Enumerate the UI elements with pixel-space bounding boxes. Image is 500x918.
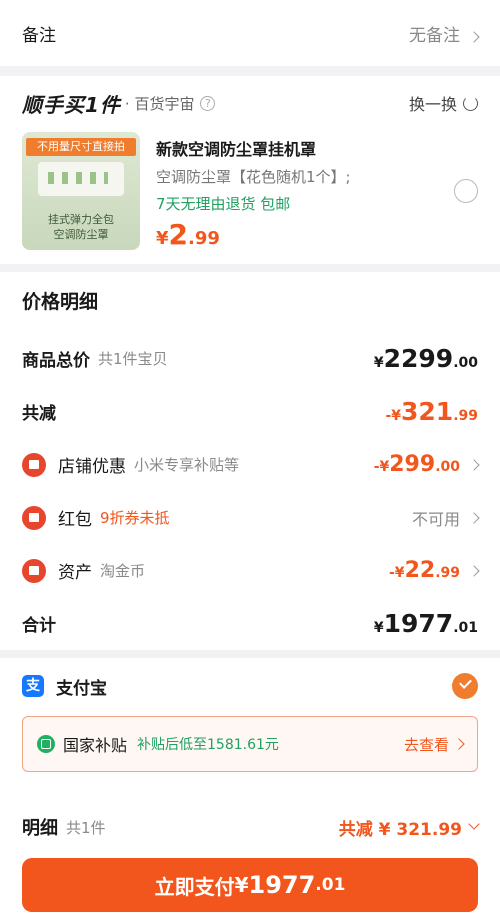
chevron-right-icon bbox=[468, 30, 480, 43]
subsidy-label: 国家补贴 bbox=[63, 736, 128, 755]
refresh-icon bbox=[463, 95, 478, 111]
asset-row[interactable]: 资产 淘金币 -¥22.99 bbox=[22, 544, 480, 597]
note-value[interactable]: 无备注 bbox=[409, 21, 480, 46]
pay-label: 立即支付 bbox=[154, 874, 235, 899]
alipay-icon: 支 bbox=[22, 675, 44, 697]
price-detail-title: 价格明细 bbox=[22, 291, 99, 313]
sum-amount: ¥1977.01 bbox=[373, 609, 478, 638]
product-thumbnail[interactable]: 不用量尺寸直接拍 挂式弹力全包 空调防尘罩 bbox=[22, 131, 140, 250]
pay-int: 1977 bbox=[248, 871, 316, 899]
subsidy-text: 补贴后低至1581.61元 bbox=[137, 737, 279, 753]
swap-label: 换一换 bbox=[408, 95, 457, 114]
shop-discount-row[interactable]: 店铺优惠 小米专享补贴等 -¥299.00 bbox=[22, 438, 480, 491]
chevron-right-icon bbox=[468, 511, 480, 524]
detail-count: 共1件 bbox=[66, 818, 106, 837]
redpack-icon bbox=[22, 505, 46, 530]
price-symbol: ¥ bbox=[156, 228, 169, 249]
product-price: ¥2.99 bbox=[156, 218, 446, 251]
bottom-reduce: 共减 ¥ 321.99 bbox=[338, 819, 462, 840]
thumbnail-caption-2: 空调防尘罩 bbox=[53, 227, 109, 241]
asset-label: 资产 bbox=[58, 563, 92, 583]
shop-sub: 小米专享补贴等 bbox=[134, 456, 240, 474]
shop-label: 店铺优惠 bbox=[58, 457, 126, 477]
product-spec: 空调防尘罩【花色随机1个】; bbox=[156, 168, 351, 186]
addon-select-radio[interactable] bbox=[454, 178, 478, 203]
question-circle-icon[interactable]: ? bbox=[200, 95, 216, 111]
price-dec: .99 bbox=[188, 228, 220, 249]
pay-symbol: ¥ bbox=[234, 873, 249, 897]
reduce-row: 共减 -¥321.99 bbox=[22, 385, 478, 438]
payment-section: 支支付宝 国家补贴 补贴后低至1581.61元 去查看 bbox=[0, 658, 500, 808]
addon-section: 顺手买1件 · 百货宇宙 ? 换一换 不用量尺寸直接拍 挂式弹力全包 空调防尘罩… bbox=[0, 76, 500, 264]
shop-amount: -¥299.00 bbox=[373, 452, 460, 477]
asset-amount: -¥22.99 bbox=[389, 558, 460, 583]
note-section[interactable]: 备注 无备注 bbox=[0, 0, 500, 66]
product-name: 新款空调防尘罩挂机罩 bbox=[156, 140, 317, 159]
asset-tag-icon bbox=[22, 558, 46, 583]
total-sub: 共1件宝贝 bbox=[98, 350, 168, 368]
price-int: 2 bbox=[168, 218, 189, 251]
total-amount: ¥2299.00 bbox=[373, 344, 478, 373]
chevron-right-icon bbox=[468, 564, 480, 577]
price-detail-section: 价格明细 商品总价 共1件宝贝 ¥2299.00 共减 -¥321.99 店铺优惠… bbox=[0, 272, 500, 650]
subsidy-icon bbox=[37, 735, 55, 753]
redpack-row[interactable]: 红包 9折券未抵 不可用 bbox=[22, 491, 480, 544]
detail-toggle[interactable]: 共减 ¥ 321.99 bbox=[338, 815, 480, 840]
payment-method-label: 支付宝 bbox=[56, 678, 107, 699]
addon-product[interactable]: 不用量尺寸直接拍 挂式弹力全包 空调防尘罩 新款空调防尘罩挂机罩 空调防尘罩【花… bbox=[22, 130, 478, 251]
note-label: 备注 bbox=[22, 25, 56, 46]
sum-row: 合计 ¥1977.01 bbox=[22, 597, 478, 650]
product-image bbox=[38, 161, 124, 196]
subsidy-link[interactable]: 去查看 bbox=[404, 734, 465, 755]
chevron-right-icon bbox=[468, 458, 480, 471]
national-subsidy-banner[interactable]: 国家补贴 补贴后低至1581.61元 去查看 bbox=[22, 716, 478, 772]
pay-now-button[interactable]: 立即支付 ¥1977.01 bbox=[22, 858, 478, 912]
chevron-right-icon bbox=[453, 738, 465, 750]
redpack-sub: 9折券未抵 bbox=[100, 509, 170, 527]
redpack-value: 不可用 bbox=[411, 509, 460, 529]
thumbnail-caption: 挂式弹力全包 空调防尘罩 bbox=[22, 212, 140, 242]
reduce-label: 共减 bbox=[22, 404, 56, 424]
product-service: 7天无理由退货 包邮 bbox=[156, 195, 291, 213]
total-row: 商品总价 共1件宝贝 ¥2299.00 bbox=[22, 332, 478, 385]
asset-sub: 淘金币 bbox=[100, 562, 146, 580]
chevron-down-icon bbox=[468, 818, 480, 830]
alipay-option[interactable]: 支支付宝 bbox=[22, 658, 478, 714]
pay-dec: .01 bbox=[315, 875, 346, 895]
detail-label: 明细 bbox=[22, 818, 58, 839]
check-selected-icon[interactable] bbox=[452, 673, 478, 699]
thumbnail-tag: 不用量尺寸直接拍 bbox=[26, 137, 136, 156]
addon-brand: 顺手买1件 bbox=[22, 92, 121, 117]
sum-label: 合计 bbox=[22, 616, 56, 636]
thumbnail-caption-1: 挂式弹力全包 bbox=[48, 212, 114, 226]
total-label: 商品总价 bbox=[22, 351, 90, 371]
redpack-label: 红包 bbox=[58, 510, 92, 530]
reduce-amount: -¥321.99 bbox=[385, 397, 478, 426]
checkout-bar: 明细 共1件 共减 ¥ 321.99 立即支付 ¥1977.01 bbox=[0, 808, 500, 918]
swap-button[interactable]: 换一换 bbox=[409, 91, 478, 115]
shop-icon bbox=[22, 452, 46, 477]
addon-category: · 百货宇宙 bbox=[124, 94, 195, 113]
